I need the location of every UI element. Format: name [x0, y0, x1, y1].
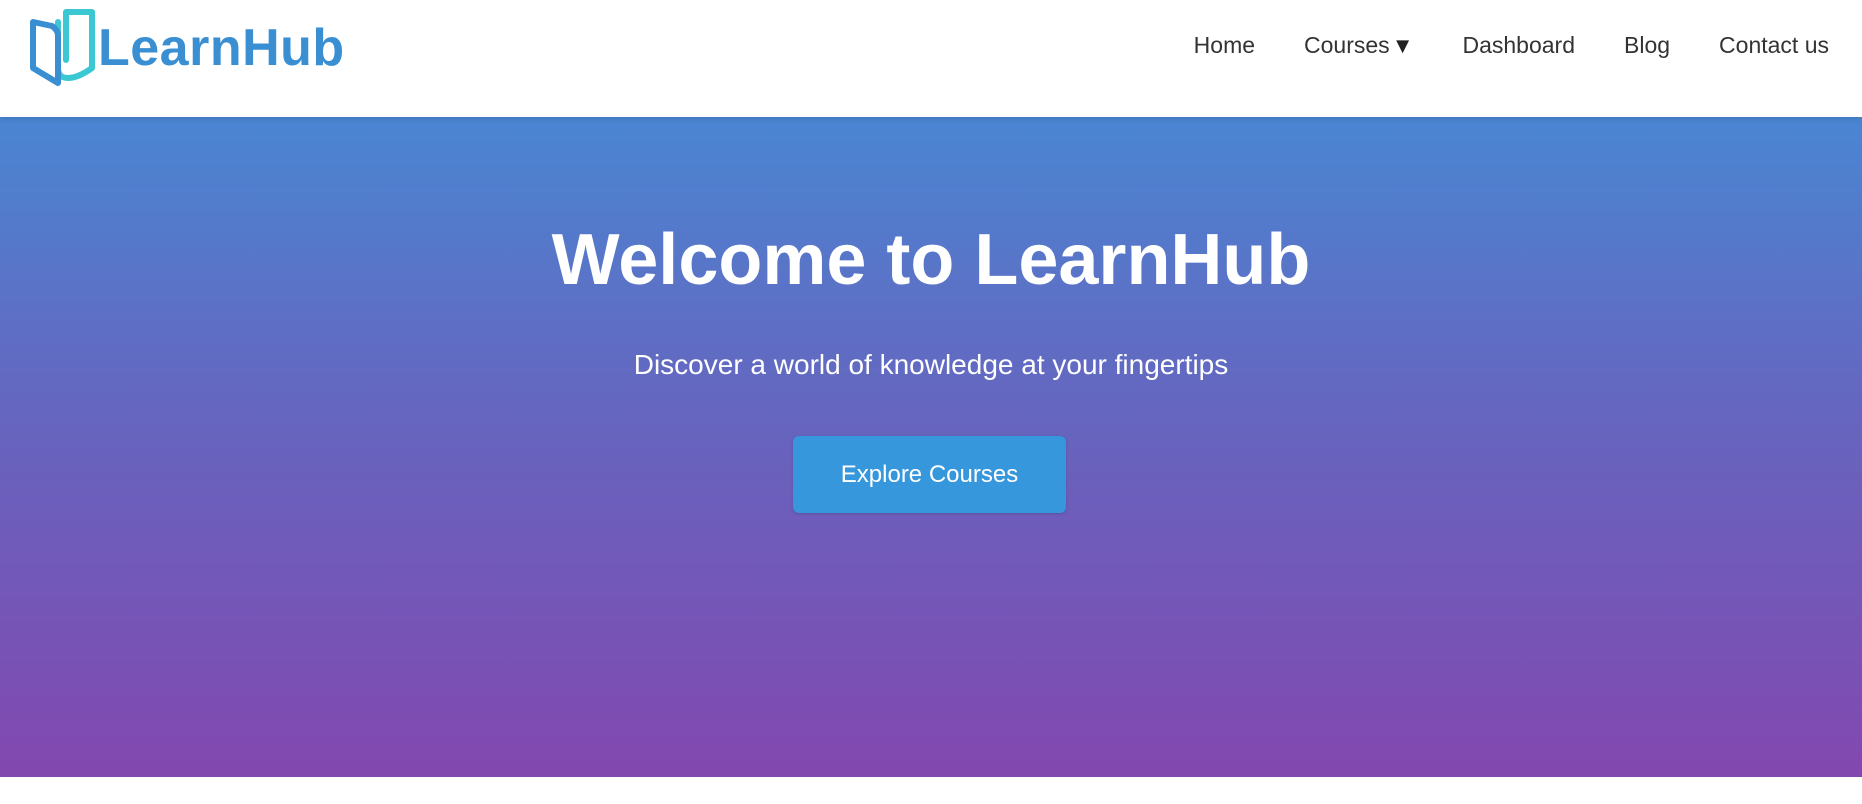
- main-nav: Home Courses ▼ Dashboard Blog Contact us: [1194, 32, 1829, 59]
- nav-link-contact[interactable]: Contact us: [1719, 32, 1829, 59]
- explore-courses-button[interactable]: Explore Courses: [793, 436, 1066, 513]
- site-header: LearnHub Home Courses ▼ Dashboard Blog Co…: [0, 0, 1862, 117]
- logo-text: LearnHub: [98, 19, 345, 77]
- nav-link-courses[interactable]: Courses ▼: [1304, 32, 1413, 59]
- nav-link-courses-label: Courses: [1304, 32, 1390, 58]
- hero-section: Welcome to LearnHub Discover a world of …: [0, 117, 1862, 777]
- nav-link-blog[interactable]: Blog: [1624, 32, 1670, 59]
- nav-link-dashboard[interactable]: Dashboard: [1462, 32, 1575, 59]
- logo-link[interactable]: LearnHub: [28, 8, 345, 88]
- hero-title: Welcome to LearnHub: [551, 220, 1311, 300]
- open-book-icon: [30, 9, 95, 86]
- hero-subtitle: Discover a world of knowledge at your fi…: [633, 349, 1229, 380]
- nav-link-home[interactable]: Home: [1194, 32, 1255, 59]
- caret-down-icon: ▼: [1391, 32, 1414, 58]
